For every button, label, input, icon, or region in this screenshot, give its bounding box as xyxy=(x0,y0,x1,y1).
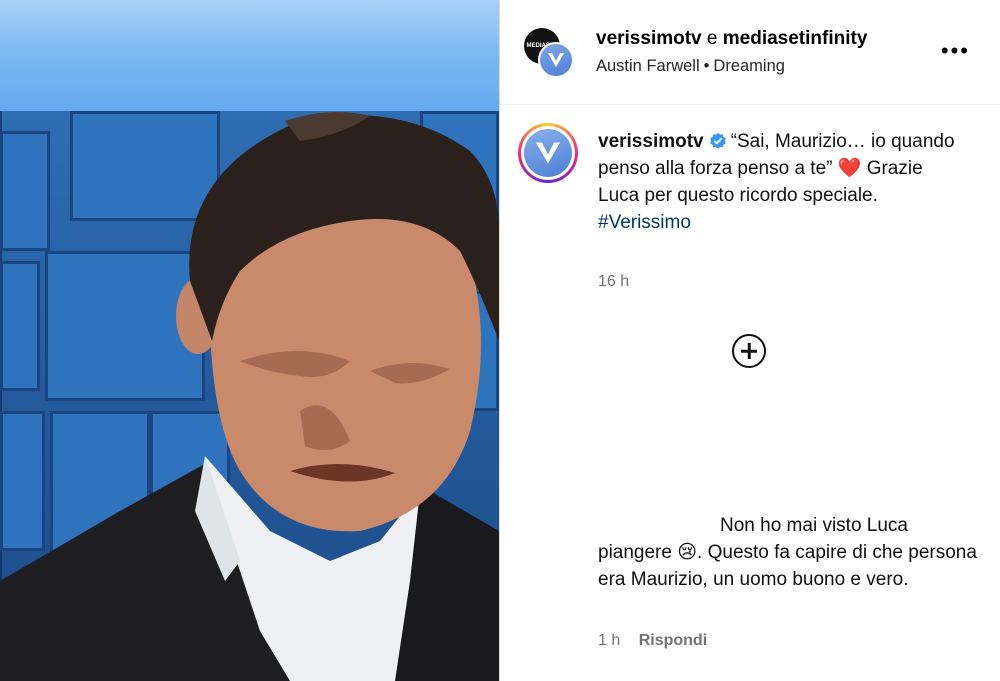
caption-username[interactable]: verissimotv xyxy=(598,131,704,152)
author-line: verissimotv e mediasetinfinity xyxy=(596,28,867,50)
post-header: MEDIASET verissimotv e mediasetinfinity … xyxy=(500,0,1000,105)
comment: Non ho mai visto Luca piangere 😢. Questo… xyxy=(598,512,978,593)
caption-hashtag-link[interactable]: #Verissimo xyxy=(598,209,968,236)
author-secondary-link[interactable]: mediasetinfinity xyxy=(723,28,868,49)
post-media[interactable] xyxy=(0,0,499,681)
caption-avatar[interactable] xyxy=(518,123,578,183)
comment-timestamp[interactable]: 1 h xyxy=(598,632,620,649)
more-options-icon: ••• xyxy=(940,38,970,63)
audio-line: Austin Farwell • Dreaming xyxy=(596,57,785,76)
caption: verissimotv “Sai, Maurizio… io quando pen… xyxy=(598,128,968,236)
verissimo-logo-icon xyxy=(548,53,564,67)
audio-track-link[interactable]: Dreaming xyxy=(713,57,785,75)
comment-meta: 1 h Rispondi xyxy=(598,632,707,650)
caption-avatar-disc xyxy=(524,129,572,177)
audio-separator: • xyxy=(703,57,710,75)
author-conjunction: e xyxy=(706,28,718,49)
verissimo-logo-icon xyxy=(536,142,560,164)
caption-avatar-ring xyxy=(521,126,575,180)
comment-text: Non ho mai visto Luca piangere 😢. Questo… xyxy=(598,515,977,590)
media-sky-band xyxy=(0,0,499,111)
collab-avatars[interactable]: MEDIASET xyxy=(524,28,574,78)
verified-badge-icon xyxy=(709,132,726,149)
caption-timestamp[interactable]: 16 h xyxy=(598,273,629,291)
reply-button[interactable]: Rispondi xyxy=(639,632,707,649)
plus-circle-icon[interactable] xyxy=(732,334,766,368)
audio-artist-link[interactable]: Austin Farwell xyxy=(596,57,700,75)
person-image xyxy=(0,112,499,681)
more-options-button[interactable]: ••• xyxy=(941,40,970,62)
verissimo-avatar[interactable] xyxy=(538,42,574,78)
author-primary-link[interactable]: verissimotv xyxy=(596,28,702,49)
post-side-panel: MEDIASET verissimotv e mediasetinfinity … xyxy=(500,0,1000,681)
